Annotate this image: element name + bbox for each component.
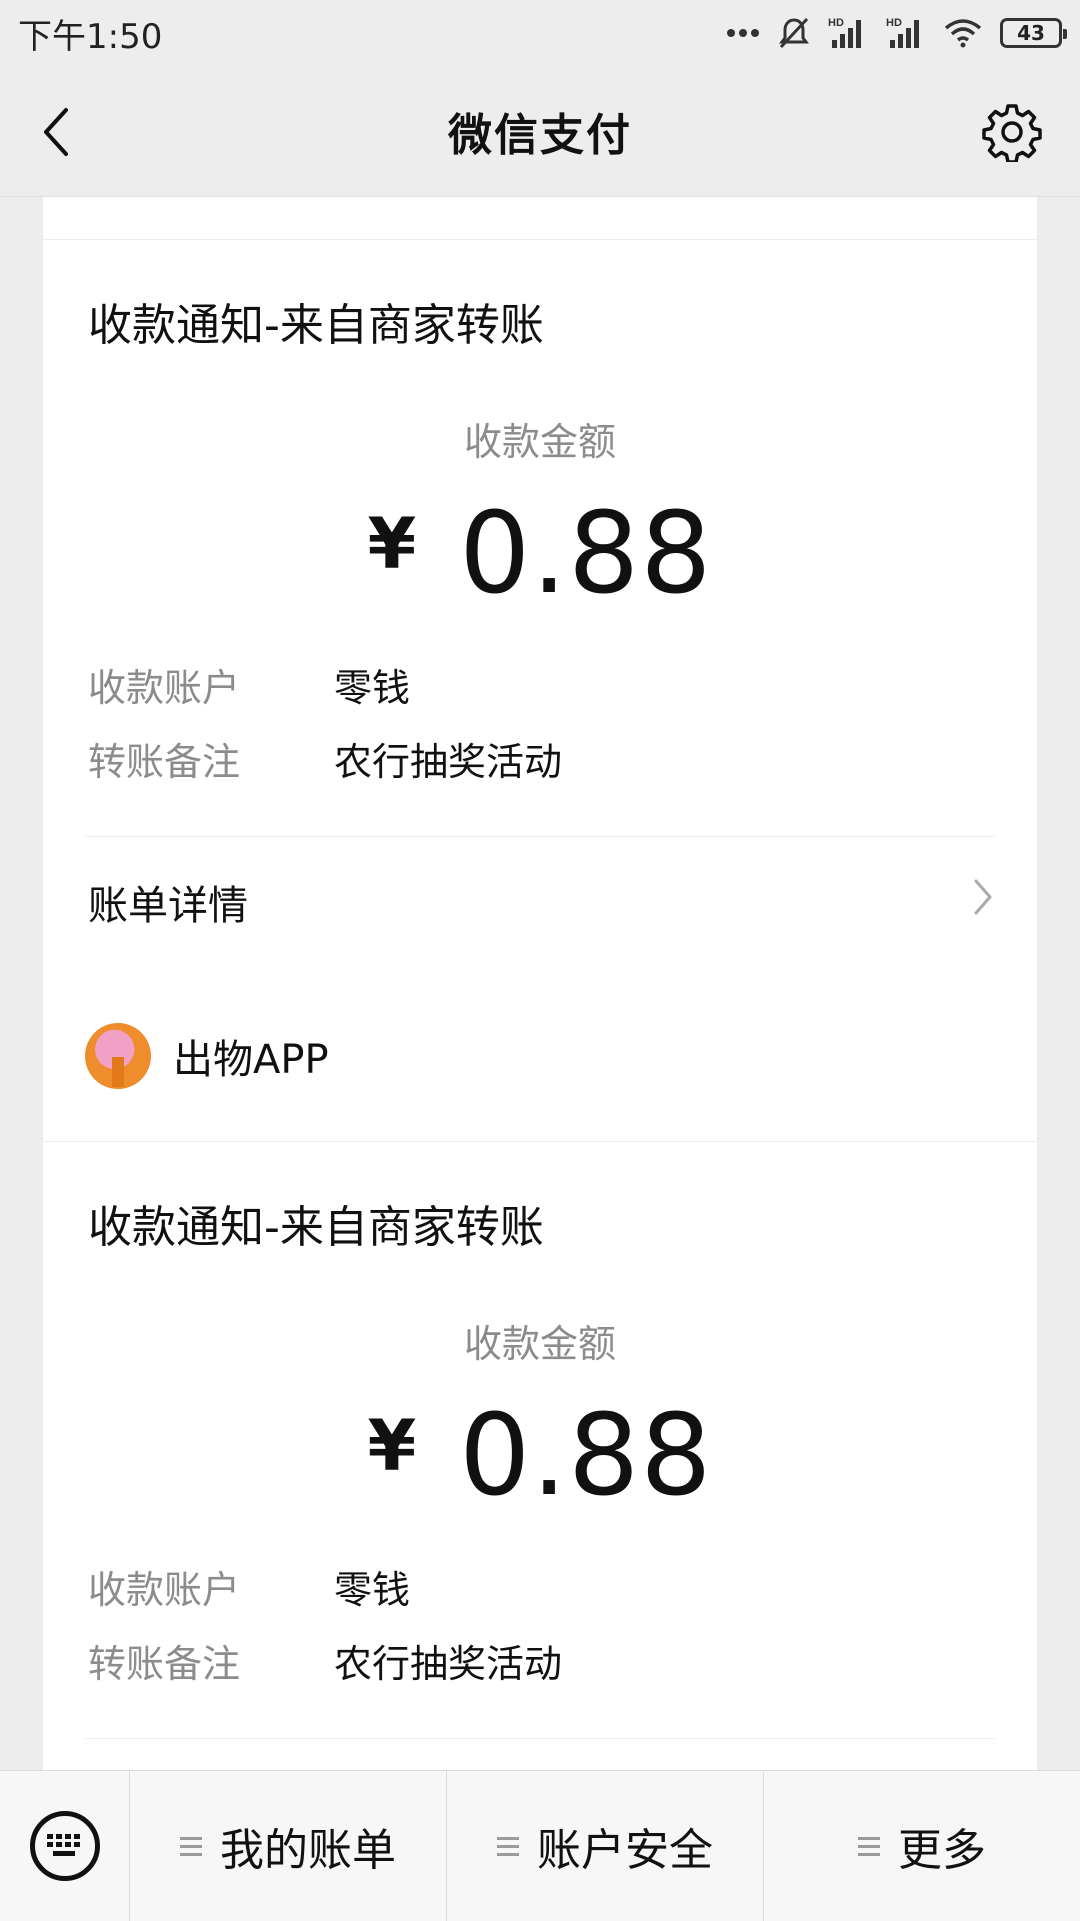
nav-bar: 微信支付 bbox=[0, 66, 1080, 197]
bill-detail-link[interactable]: 账单详情 bbox=[88, 867, 994, 937]
merchant-logo bbox=[85, 1023, 151, 1089]
menu-label: 更多 bbox=[898, 1825, 986, 1876]
amount-value: 0.88 bbox=[459, 489, 713, 619]
menu-lines-icon bbox=[497, 1832, 519, 1861]
page-title: 微信支付 bbox=[448, 110, 632, 161]
message-list: 收款通知-来自商家转账 收款金额 ¥0.88 收款账户 零钱 转账备注 农行抽奖… bbox=[0, 197, 1080, 1770]
info-row: 收款账户 零钱 bbox=[88, 1559, 410, 1614]
menu-lines-icon bbox=[180, 1832, 202, 1861]
info-value: 农行抽奖活动 bbox=[334, 1642, 563, 1686]
info-row: 转账备注 农行抽奖活动 bbox=[88, 1633, 562, 1688]
currency-symbol: ¥ bbox=[367, 503, 418, 585]
info-key: 收款账户 bbox=[88, 1568, 241, 1612]
card-divider bbox=[86, 1738, 994, 1739]
status-time: 下午1:50 bbox=[18, 16, 163, 57]
mute-bell-icon bbox=[778, 16, 810, 50]
status-icons: HD HD 43 bbox=[726, 16, 1067, 50]
info-key: 转账备注 bbox=[88, 1642, 241, 1686]
signal-hd-icon: HD bbox=[886, 16, 926, 50]
info-value: 零钱 bbox=[334, 1568, 411, 1612]
chevron-right-icon bbox=[972, 877, 994, 927]
info-row: 收款账户 零钱 bbox=[88, 657, 410, 712]
wifi-icon bbox=[944, 18, 982, 48]
amount: ¥0.88 bbox=[43, 1391, 1037, 1521]
menu-more[interactable]: 更多 bbox=[763, 1771, 1080, 1921]
svg-text:HD: HD bbox=[886, 17, 902, 29]
card-title: 收款通知-来自商家转账 bbox=[88, 300, 544, 351]
card-divider bbox=[43, 239, 1037, 240]
amount-value: 0.88 bbox=[459, 1391, 713, 1521]
info-key: 转账备注 bbox=[88, 740, 241, 784]
chevron-left-icon[interactable] bbox=[34, 104, 86, 160]
more-dots-icon bbox=[726, 28, 760, 38]
menu-my-bills[interactable]: 我的账单 bbox=[130, 1771, 446, 1921]
gear-icon[interactable] bbox=[982, 102, 1042, 164]
status-bar: 下午1:50 HD HD 43 bbox=[0, 0, 1080, 66]
info-key: 收款账户 bbox=[88, 666, 241, 710]
card-title: 收款通知-来自商家转账 bbox=[88, 1202, 544, 1253]
menu-account-security[interactable]: 账户安全 bbox=[446, 1771, 763, 1921]
battery-icon: 43 bbox=[1000, 18, 1067, 48]
menu-lines-icon bbox=[858, 1832, 880, 1861]
bill-detail-label: 账单详情 bbox=[88, 883, 248, 929]
battery-level: 43 bbox=[1017, 21, 1045, 45]
keyboard-toggle-button[interactable] bbox=[0, 1771, 130, 1921]
info-value: 农行抽奖活动 bbox=[334, 740, 563, 784]
bottom-menu-bar: 我的账单 账户安全 更多 bbox=[0, 1770, 1080, 1921]
amount-label: 收款金额 bbox=[463, 420, 616, 464]
merchant-header[interactable]: 出物APP bbox=[85, 1023, 329, 1089]
card-divider bbox=[43, 1141, 1037, 1142]
amount-label: 收款金额 bbox=[463, 1322, 616, 1366]
keyboard-icon bbox=[29, 1811, 100, 1881]
amount: ¥0.88 bbox=[43, 489, 1037, 619]
menu-label: 我的账单 bbox=[220, 1825, 396, 1876]
merchant-name: 出物APP bbox=[173, 1037, 329, 1083]
svg-text:HD: HD bbox=[828, 17, 844, 29]
menu-label: 账户安全 bbox=[537, 1825, 713, 1876]
card-divider bbox=[86, 836, 994, 837]
payment-card: 出物APP 收款通知-来自商家转账 收款金额 ¥0.88 收款账户 零钱 转账备… bbox=[43, 973, 1037, 1770]
info-row: 转账备注 农行抽奖活动 bbox=[88, 731, 562, 786]
currency-symbol: ¥ bbox=[367, 1405, 418, 1487]
info-value: 零钱 bbox=[334, 666, 411, 710]
signal-hd-icon: HD bbox=[828, 16, 868, 50]
